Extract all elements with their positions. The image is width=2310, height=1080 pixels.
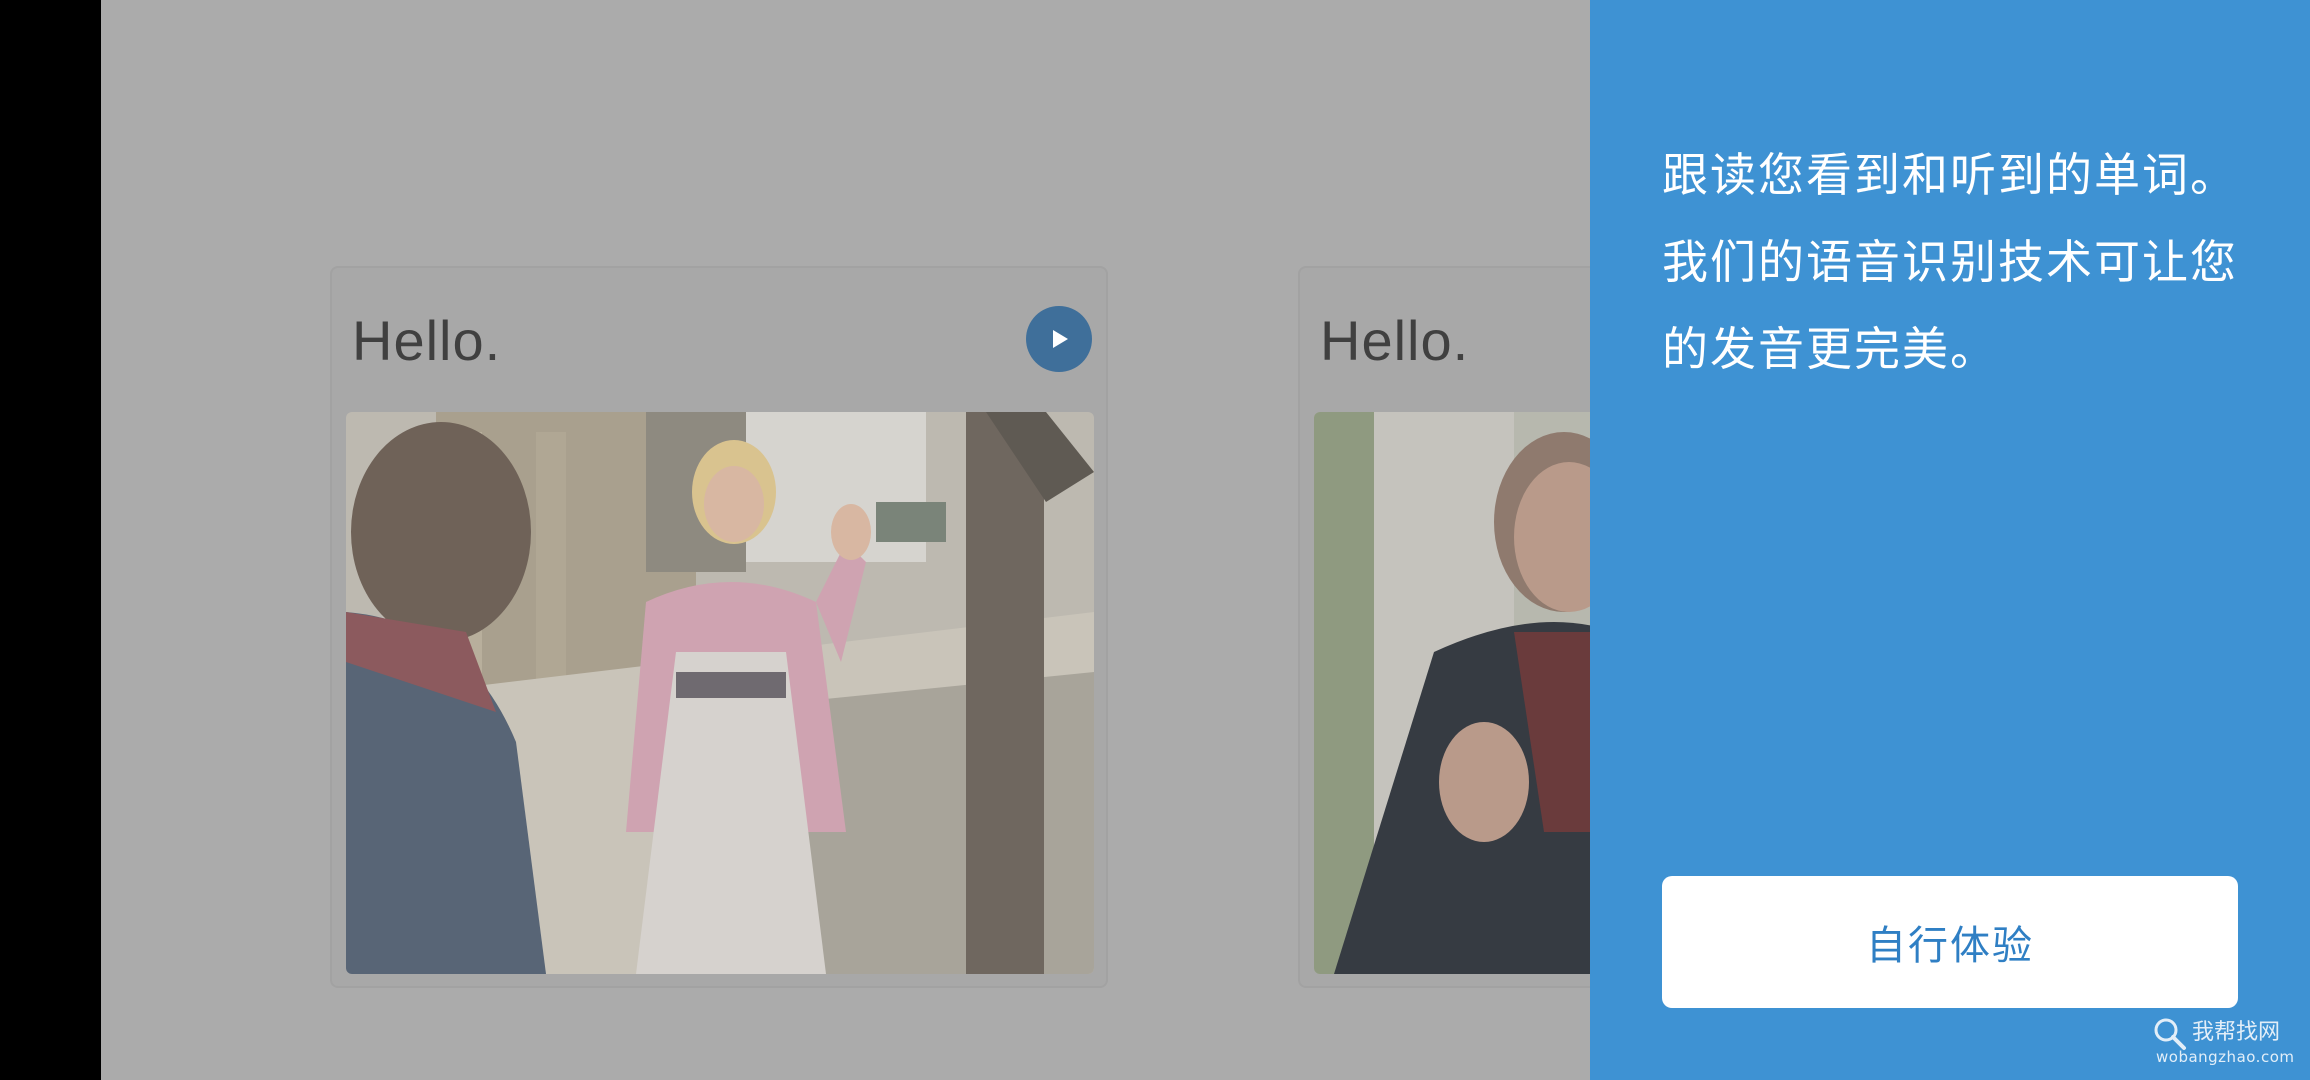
instruction-text: 跟读您看到和听到的单词。 我们的语音识别技术可让您 的发音更完美。 bbox=[1662, 132, 2262, 393]
instruction-panel: 跟读您看到和听到的单词。 我们的语音识别技术可让您 的发音更完美。 自行体验 我… bbox=[1590, 0, 2310, 1080]
instruction-line: 跟读您看到和听到的单词。 bbox=[1662, 148, 2238, 202]
phrase-card[interactable]: Hello. bbox=[330, 266, 1108, 988]
watermark: 我帮找网 wobangzhao.com bbox=[2152, 1012, 2302, 1072]
phrase-photo bbox=[346, 412, 1094, 974]
phrase-title: Hello. bbox=[1320, 309, 1470, 372]
try-it-yourself-button[interactable]: 自行体验 bbox=[1662, 876, 2238, 1008]
watermark-title: 我帮找网 bbox=[2192, 1020, 2281, 1045]
screen: Hello. Hello. 跟读您看到和听到的单词。 我们的语音识别技术可让您 … bbox=[0, 0, 2310, 1080]
phrase-card[interactable]: Hello. bbox=[1298, 266, 1590, 988]
play-icon bbox=[1053, 330, 1068, 348]
play-audio-button[interactable] bbox=[1026, 306, 1092, 372]
instruction-line: 我们的语音识别技术可让您 bbox=[1662, 235, 2238, 289]
phrase-photo bbox=[1314, 412, 1590, 974]
instruction-line: 的发音更完美。 bbox=[1662, 322, 1998, 376]
phrase-title: Hello. bbox=[352, 309, 502, 372]
watermark-url: wobangzhao.com bbox=[2156, 1048, 2295, 1066]
search-icon bbox=[2154, 1018, 2186, 1050]
lesson-area: Hello. Hello. bbox=[101, 0, 1590, 1080]
